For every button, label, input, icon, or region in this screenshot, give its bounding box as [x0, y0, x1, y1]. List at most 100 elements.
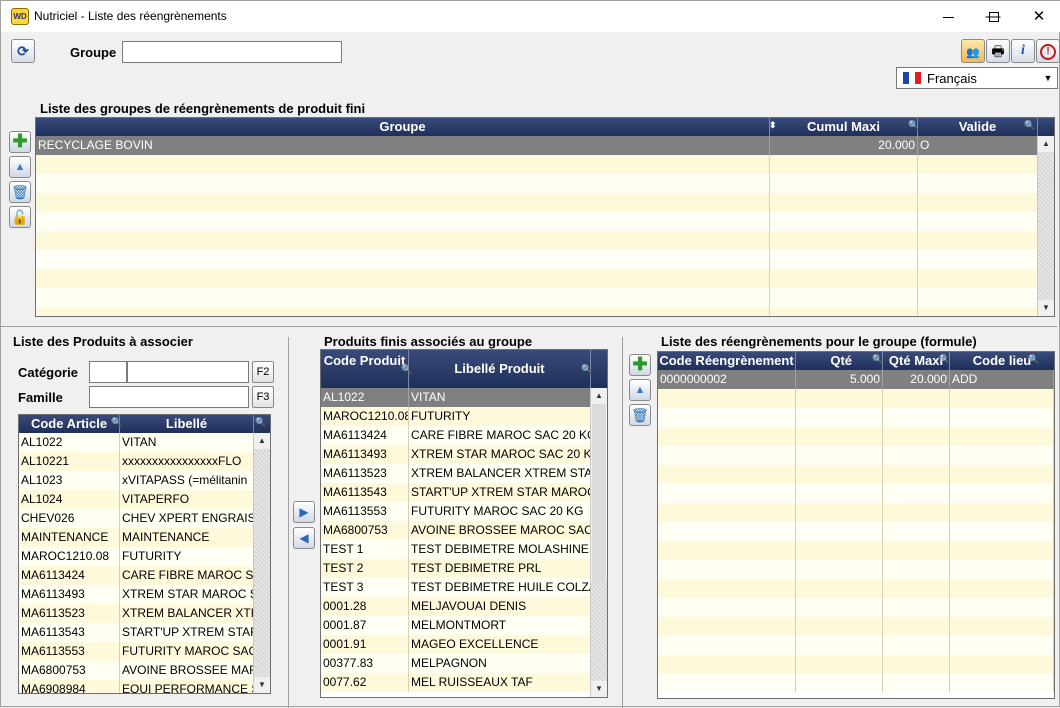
column-header-libelle[interactable]: Libellé — [120, 415, 254, 433]
finished-row[interactable]: MA6113543 START'UP XTREM STAR MAROC — [321, 483, 607, 502]
formula-row[interactable] — [658, 484, 1054, 503]
products-scrollbar[interactable]: ▲ ▼ — [253, 433, 270, 693]
finished-row[interactable]: MA6113523 XTREM BALANCER XTREM STAR — [321, 464, 607, 483]
finished-row[interactable]: MA6113493 XTREM STAR MAROC SAC 20 KG — [321, 445, 607, 464]
scroll-up-icon[interactable]: ▲ — [254, 433, 270, 449]
formula-row[interactable]: 0000000002 5.000 20.000 ADD — [658, 370, 1054, 389]
product-row[interactable]: MA6113543 START'UP XTREM STAR — [19, 623, 270, 642]
finished-row[interactable]: TEST 2 TEST DEBIMETRE PRL — [321, 559, 607, 578]
f3-button[interactable]: F3 — [252, 386, 274, 408]
add-group-button[interactable]: ✚ — [9, 131, 31, 153]
finished-row[interactable]: 00377.83 MELPAGNON — [321, 654, 607, 673]
formula-row[interactable] — [658, 617, 1054, 636]
close-button[interactable]: ✕ — [1017, 1, 1060, 32]
product-row[interactable]: AL1023 xVITAPASS (=mélitanin — [19, 471, 270, 490]
formula-row[interactable] — [658, 560, 1054, 579]
formula-row[interactable] — [658, 541, 1054, 560]
column-header-code-produit[interactable]: Code Produit — [321, 350, 409, 388]
chevron-down-icon[interactable]: ▼ — [1040, 69, 1056, 87]
finished-row[interactable]: TEST 1 TEST DEBIMETRE MOLASHINE — [321, 540, 607, 559]
formula-row[interactable] — [658, 389, 1054, 408]
finished-row[interactable]: TEST 3 TEST DEBIMETRE HUILE COLZA — [321, 578, 607, 597]
quit-button[interactable]: ! — [1036, 39, 1060, 63]
categorie-name-input[interactable] — [127, 361, 249, 383]
finished-row[interactable]: MA6113553 FUTURITY MAROC SAC 20 KG — [321, 502, 607, 521]
group-row[interactable] — [36, 250, 1054, 269]
scroll-up-icon[interactable]: ▲ — [1038, 136, 1054, 152]
scroll-down-icon[interactable]: ▼ — [1038, 300, 1054, 316]
finished-row[interactable]: MAROC1210.08 FUTURITY — [321, 407, 607, 426]
product-row[interactable]: AL1024 VITAPERFO — [19, 490, 270, 509]
column-header-libelle-produit[interactable]: Libellé Produit — [409, 350, 591, 388]
formula-row[interactable] — [658, 408, 1054, 427]
search-icon[interactable]: 🔍 — [111, 417, 122, 428]
product-row[interactable]: AL10221 xxxxxxxxxxxxxxxxFLO — [19, 452, 270, 471]
users-button[interactable]: 👥 — [961, 39, 985, 63]
formula-row[interactable] — [658, 674, 1054, 693]
search-icon[interactable]: 🔍 — [255, 417, 266, 428]
group-row[interactable] — [36, 288, 1054, 307]
group-row[interactable] — [36, 155, 1054, 174]
finished-row[interactable]: 0001.91 MAGEO EXCELLENCE — [321, 635, 607, 654]
formula-row[interactable] — [658, 579, 1054, 598]
product-row[interactable]: AL1022 VITAN — [19, 433, 270, 452]
finished-row[interactable]: 0001.87 MELMONTMORT — [321, 616, 607, 635]
info-button[interactable]: i — [1011, 39, 1035, 63]
language-select[interactable]: Français ▼ — [896, 67, 1058, 89]
search-icon[interactable]: 🔍 — [908, 120, 919, 131]
formula-row[interactable] — [658, 503, 1054, 522]
delete-group-button[interactable]: 🗑 — [9, 181, 31, 203]
column-header-code-article[interactable]: Code Article — [19, 415, 120, 433]
product-row[interactable]: MA6908984 EQUI PERFORMANCE S — [19, 680, 270, 693]
product-row[interactable]: MA6800753 AVOINE BROSSEE MAR — [19, 661, 270, 680]
product-row[interactable]: MA6113553 FUTURITY MAROC SAC — [19, 642, 270, 661]
group-row[interactable] — [36, 307, 1054, 316]
scroll-down-icon[interactable]: ▼ — [591, 681, 607, 697]
search-icon[interactable]: 🔍 — [401, 364, 412, 375]
column-header-groupe[interactable]: Groupe — [36, 118, 770, 136]
move-up-group-button[interactable]: ▲ — [9, 156, 31, 178]
product-row[interactable]: MA6113424 CARE FIBRE MAROC SA — [19, 566, 270, 585]
dissociate-button[interactable]: ◀ — [293, 527, 315, 549]
move-up-formula-button[interactable]: ▲ — [629, 379, 651, 401]
group-row[interactable] — [36, 269, 1054, 288]
formula-row[interactable] — [658, 465, 1054, 484]
f2-button[interactable]: F2 — [252, 361, 274, 383]
finished-row[interactable]: MA6113424 CARE FIBRE MAROC SAC 20 KG — [321, 426, 607, 445]
formula-row[interactable] — [658, 522, 1054, 541]
search-icon[interactable]: 🔍 — [872, 354, 883, 365]
product-row[interactable]: CHEV026 CHEV XPERT ENGRAISS — [19, 509, 270, 528]
print-button[interactable]: 🖶 — [986, 39, 1010, 63]
formula-row[interactable] — [658, 598, 1054, 617]
search-icon[interactable]: 🔍 — [581, 364, 592, 375]
finished-row[interactable]: AL1022 VITAN — [321, 388, 607, 407]
search-icon[interactable]: 🔍 — [1028, 354, 1039, 365]
column-header-qte[interactable]: Qté — [796, 352, 883, 370]
scroll-up-icon[interactable]: ▲ — [591, 388, 607, 404]
formula-row[interactable] — [658, 427, 1054, 446]
search-icon[interactable]: 🔍 — [939, 354, 950, 365]
add-formula-button[interactable]: ✚ — [629, 354, 651, 376]
minimize-button[interactable] — [925, 1, 971, 32]
formula-row[interactable] — [658, 636, 1054, 655]
finished-row[interactable]: MA6800753 AVOINE BROSSEE MAROC SAC — [321, 521, 607, 540]
product-row[interactable]: MAROC1210.08 FUTURITY — [19, 547, 270, 566]
categorie-code-input[interactable] — [89, 361, 127, 383]
group-row[interactable] — [36, 212, 1054, 231]
group-row[interactable] — [36, 174, 1054, 193]
group-row[interactable] — [36, 231, 1054, 250]
search-icon[interactable]: 🔍 — [1024, 120, 1035, 131]
finished-scrollbar[interactable]: ▲ ▼ — [590, 388, 607, 697]
finished-row[interactable]: 0077.62 MEL RUISSEAUX TAF — [321, 673, 607, 692]
groups-scrollbar[interactable]: ▲ ▼ — [1037, 136, 1054, 316]
groupe-search-input[interactable] — [122, 41, 342, 63]
scroll-down-icon[interactable]: ▼ — [254, 677, 270, 693]
group-row[interactable]: RECYCLAGE BOVIN 20.000 O — [36, 136, 1054, 155]
product-row[interactable]: MA6113523 XTREM BALANCER XTR — [19, 604, 270, 623]
delete-formula-button[interactable]: 🗑 — [629, 404, 651, 426]
formula-row[interactable] — [658, 446, 1054, 465]
sort-icon[interactable]: ⬍ — [769, 120, 777, 131]
famille-input[interactable] — [89, 386, 249, 408]
lock-group-button[interactable]: 🔓 — [9, 206, 31, 228]
maximize-button[interactable] — [971, 1, 1017, 32]
